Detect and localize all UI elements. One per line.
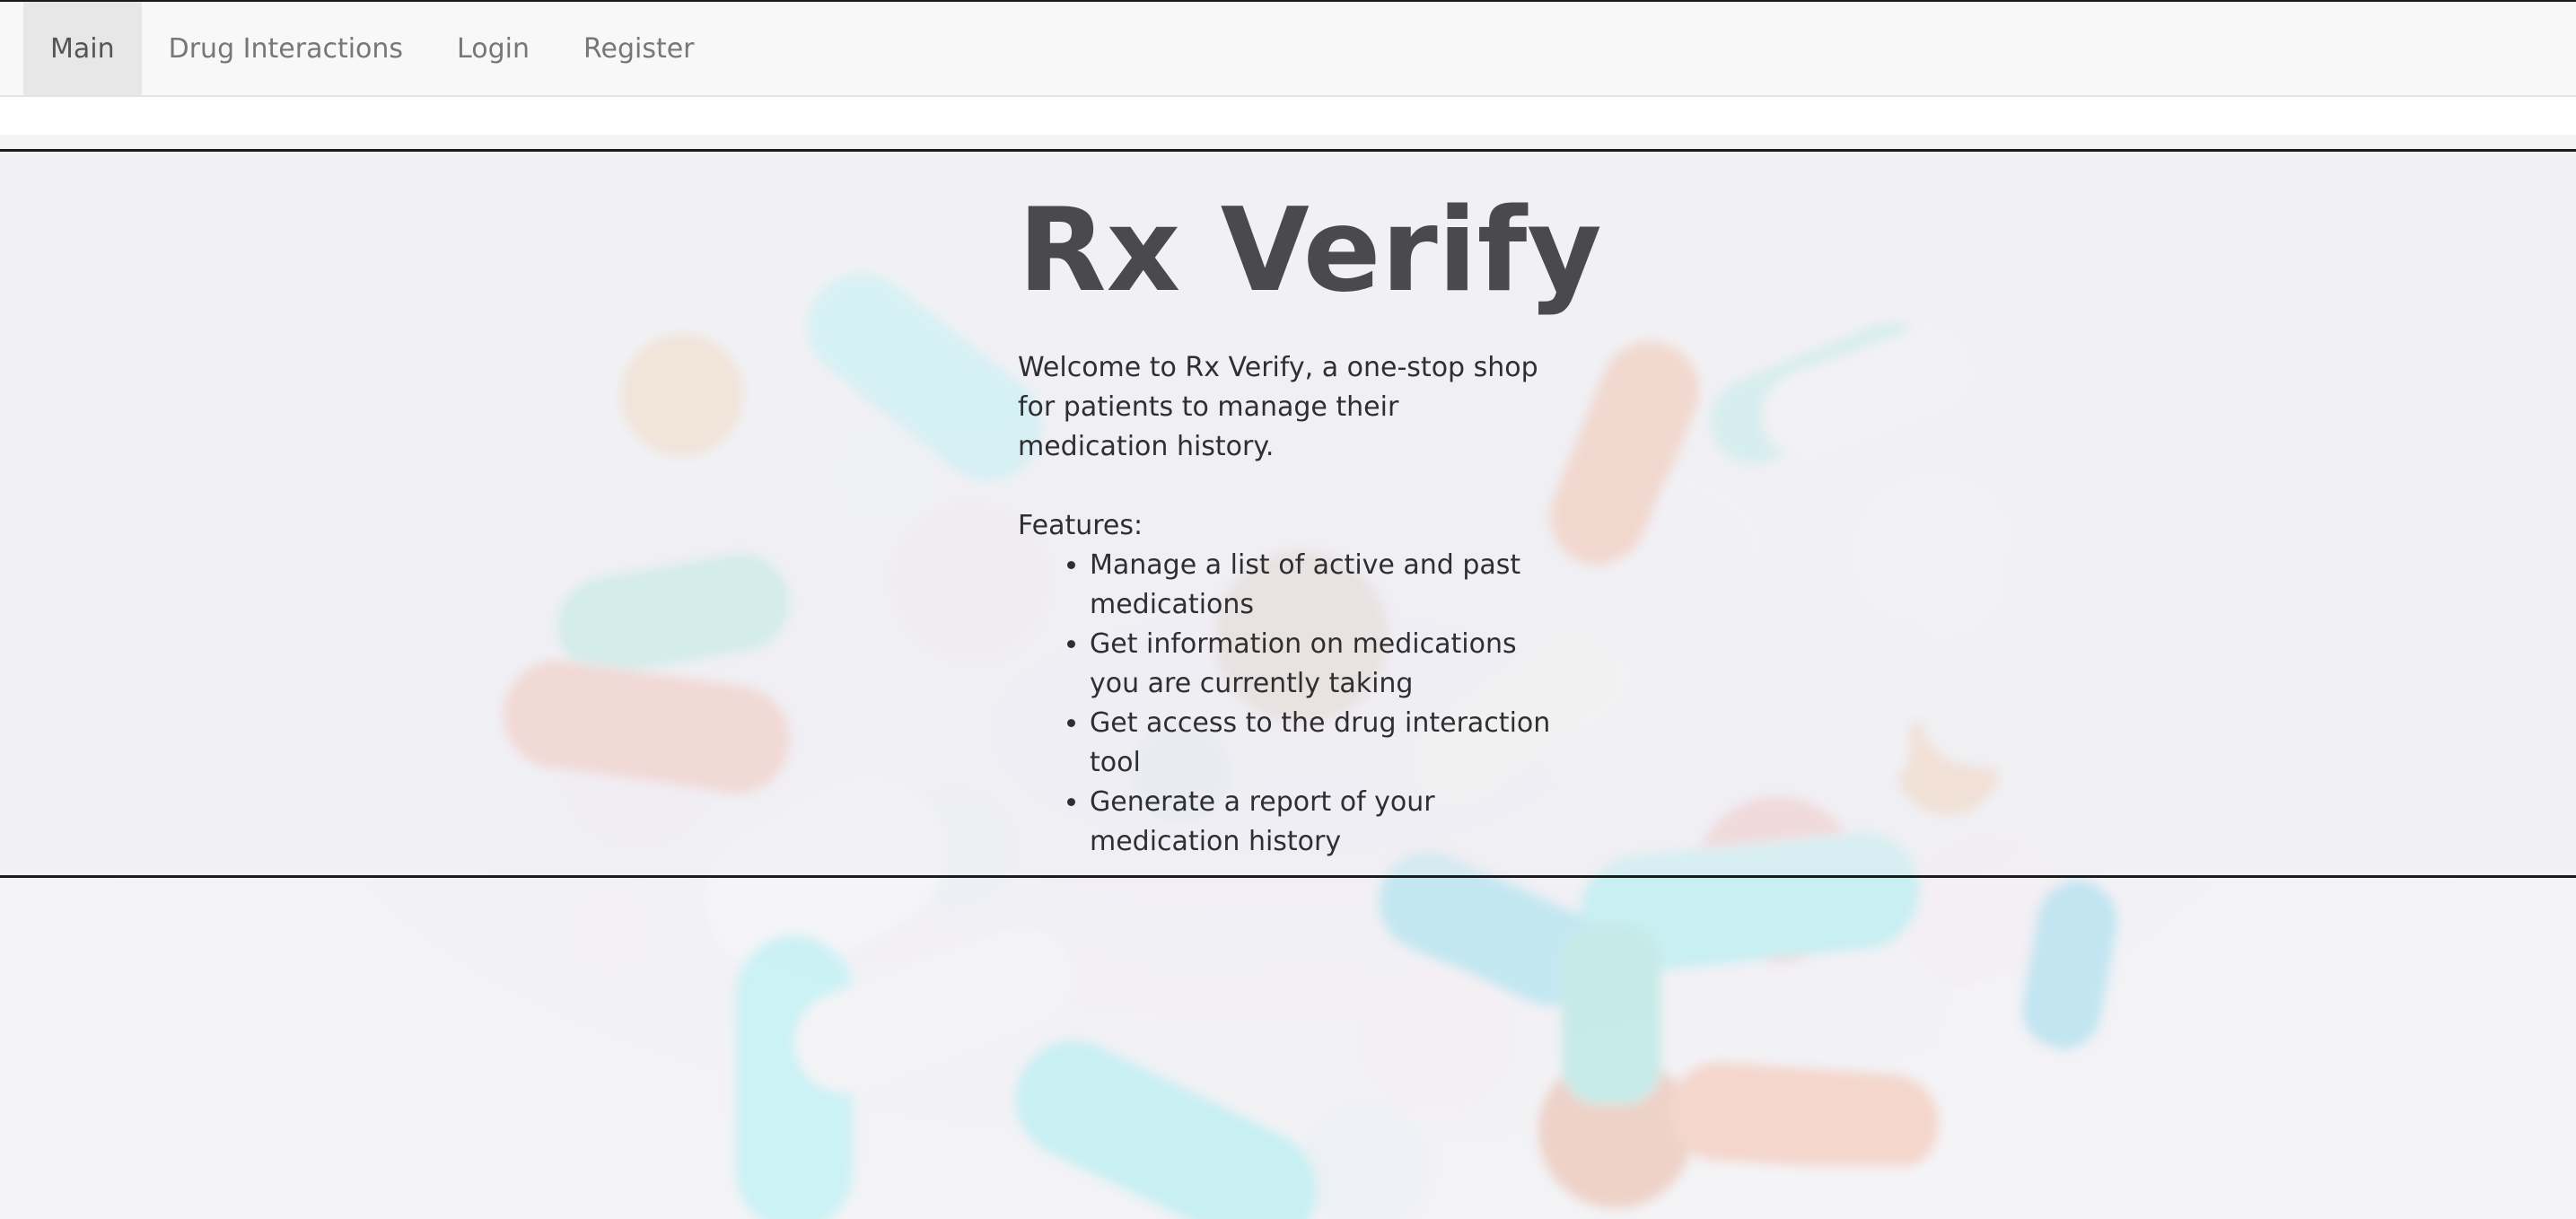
features-label: Features: [1018,510,1143,541]
feature-item: Generate a report of your medication his… [1090,783,1556,862]
features-list: Manage a list of active and past medicat… [1018,546,1556,862]
top-navbar: Main Drug Interactions Login Register [0,0,2576,97]
feature-item: Get information on medications you are c… [1090,625,1556,704]
nav-list: Main Drug Interactions Login Register [0,2,2576,95]
welcome-text: Welcome to Rx Verify, a one-stop shop fo… [1018,352,1538,462]
nav-item-main[interactable]: Main [23,2,142,95]
nav-spacer [0,97,2576,135]
nav-item-register[interactable]: Register [556,2,722,95]
hero-content: Welcome to Rx Verify, a one-stop shop fo… [1018,348,1556,862]
nav-item-drug-interactions[interactable]: Drug Interactions [142,2,430,95]
feature-item: Manage a list of active and past medicat… [1090,546,1556,625]
page-title: Rx Verify [1018,184,1602,318]
nav-item-login[interactable]: Login [430,2,556,95]
feature-item: Get access to the drug interaction tool [1090,704,1556,783]
